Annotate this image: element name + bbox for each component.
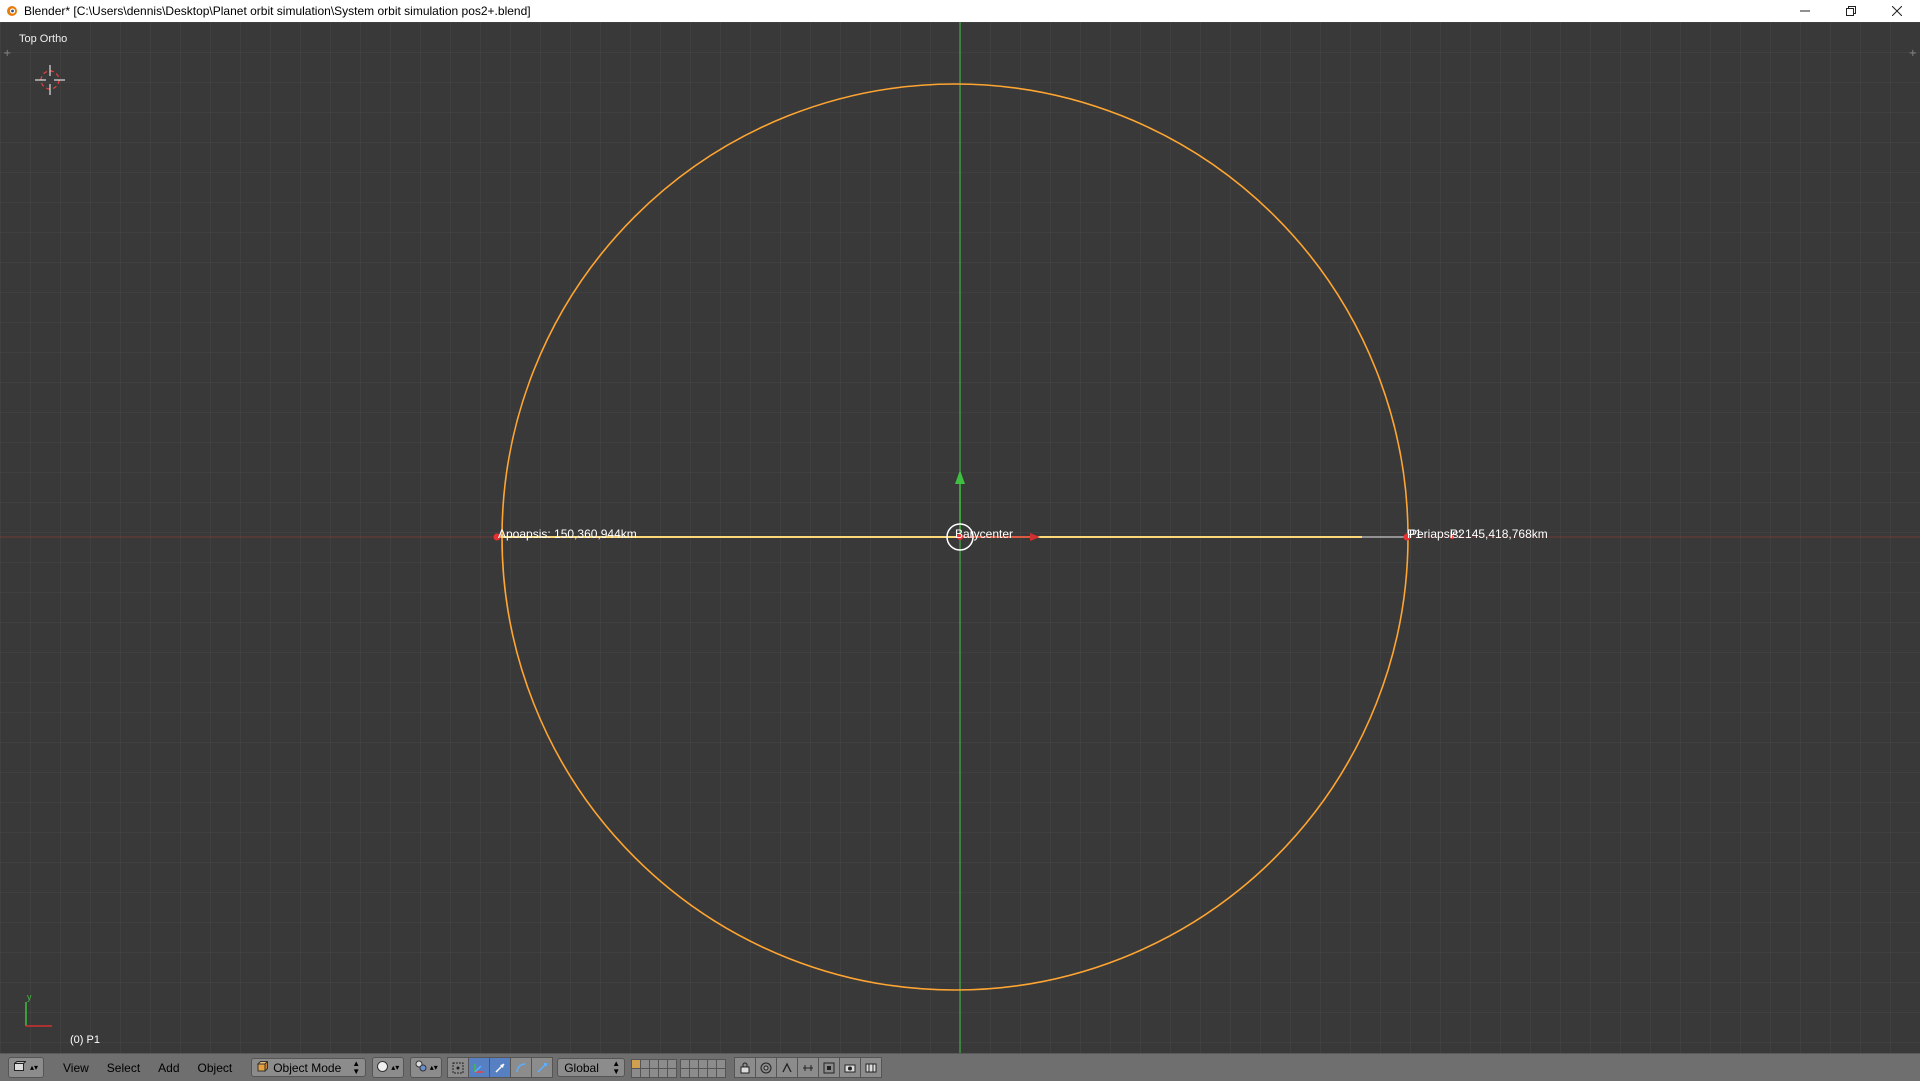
chevron-updown-icon: ▴▾ <box>29 1063 39 1072</box>
snap-element-icon[interactable] <box>797 1057 820 1078</box>
blender-logo-icon <box>5 4 19 18</box>
p2-label: P2 <box>1450 527 1465 541</box>
scale-manipulator-icon[interactable] <box>531 1057 554 1078</box>
menu-object[interactable]: Object <box>189 1061 242 1075</box>
3d-view-icon <box>13 1060 27 1075</box>
render-animation-icon[interactable] <box>860 1057 883 1078</box>
window-titlebar: Blender* [C:\Users\dennis\Desktop\Planet… <box>0 0 1920 22</box>
right-tools-group <box>734 1057 883 1078</box>
chevron-updown-icon: ▲ ▼ <box>612 1058 621 1076</box>
only-origins-icon[interactable] <box>447 1057 470 1078</box>
axis-gizmo-y-label: y <box>27 992 32 1002</box>
solid-shading-icon <box>377 1060 389 1075</box>
minimize-icon[interactable] <box>1782 0 1828 22</box>
proportional-edit-icon[interactable] <box>755 1057 778 1078</box>
menu-add[interactable]: Add <box>149 1061 188 1075</box>
manipulator-toggle-icon[interactable] <box>468 1057 491 1078</box>
window-controls <box>1782 0 1920 22</box>
menu-select[interactable]: Select <box>98 1061 149 1075</box>
rotate-manipulator-icon[interactable] <box>510 1057 533 1078</box>
3d-viewport[interactable]: Top Ortho + + y Apoapsis: 150,360,944km … <box>0 22 1920 1053</box>
layer-toggle[interactable] <box>667 1067 678 1078</box>
transform-orientation-dropdown[interactable]: Global ▲ ▼ <box>557 1058 626 1077</box>
cube-icon <box>256 1059 269 1075</box>
layer-buttons <box>631 1058 729 1078</box>
chevron-updown-icon: ▴▾ <box>391 1063 400 1072</box>
manipulator-x-arrow[interactable] <box>1030 533 1040 541</box>
viewport-header: ▴▾ View Select Add Object Object Mode ▲ ▼… <box>0 1053 1920 1081</box>
snap-toggle-icon[interactable] <box>776 1057 799 1078</box>
pivot-icon <box>415 1060 427 1075</box>
manipulator-toggle-group <box>447 1057 554 1078</box>
render-opengl-icon[interactable] <box>839 1057 862 1078</box>
pivot-point-dropdown[interactable]: ▴▾ <box>410 1057 443 1078</box>
editor-type-button[interactable]: ▴▾ <box>8 1057 44 1078</box>
chevron-updown-icon: ▲ ▼ <box>352 1058 361 1076</box>
lock-layers-icon[interactable] <box>734 1057 757 1078</box>
snap-target-icon[interactable] <box>818 1057 841 1078</box>
viewport-shading-dropdown[interactable]: ▴▾ <box>372 1057 405 1078</box>
3d-cursor-icon[interactable] <box>35 65 65 95</box>
restore-icon[interactable] <box>1828 0 1874 22</box>
close-icon[interactable] <box>1874 0 1920 22</box>
barycenter-label: Barycenter <box>955 527 1014 541</box>
menu-view[interactable]: View <box>54 1061 98 1075</box>
chevron-updown-icon: ▴▾ <box>429 1063 438 1072</box>
layer-block-1 <box>631 1058 678 1078</box>
layer-toggle[interactable] <box>716 1067 727 1078</box>
periapsis-label: Periapsis: 145,418,768km <box>1409 527 1548 541</box>
layer-block-2 <box>680 1058 727 1078</box>
translate-manipulator-icon[interactable] <box>489 1057 512 1078</box>
window-title: Blender* [C:\Users\dennis\Desktop\Planet… <box>24 4 531 18</box>
frame-object-label: (0) P1 <box>70 1034 100 1046</box>
manipulator-y-arrow[interactable] <box>955 470 965 484</box>
orientation-dropdown-label: Global <box>564 1060 599 1075</box>
apoapsis-label: Apoapsis: 150,360,944km <box>498 527 637 541</box>
mode-dropdown[interactable]: Object Mode ▲ ▼ <box>251 1058 367 1077</box>
mode-dropdown-label: Object Mode <box>273 1060 342 1075</box>
axis-gizmo-icon <box>25 1002 52 1027</box>
